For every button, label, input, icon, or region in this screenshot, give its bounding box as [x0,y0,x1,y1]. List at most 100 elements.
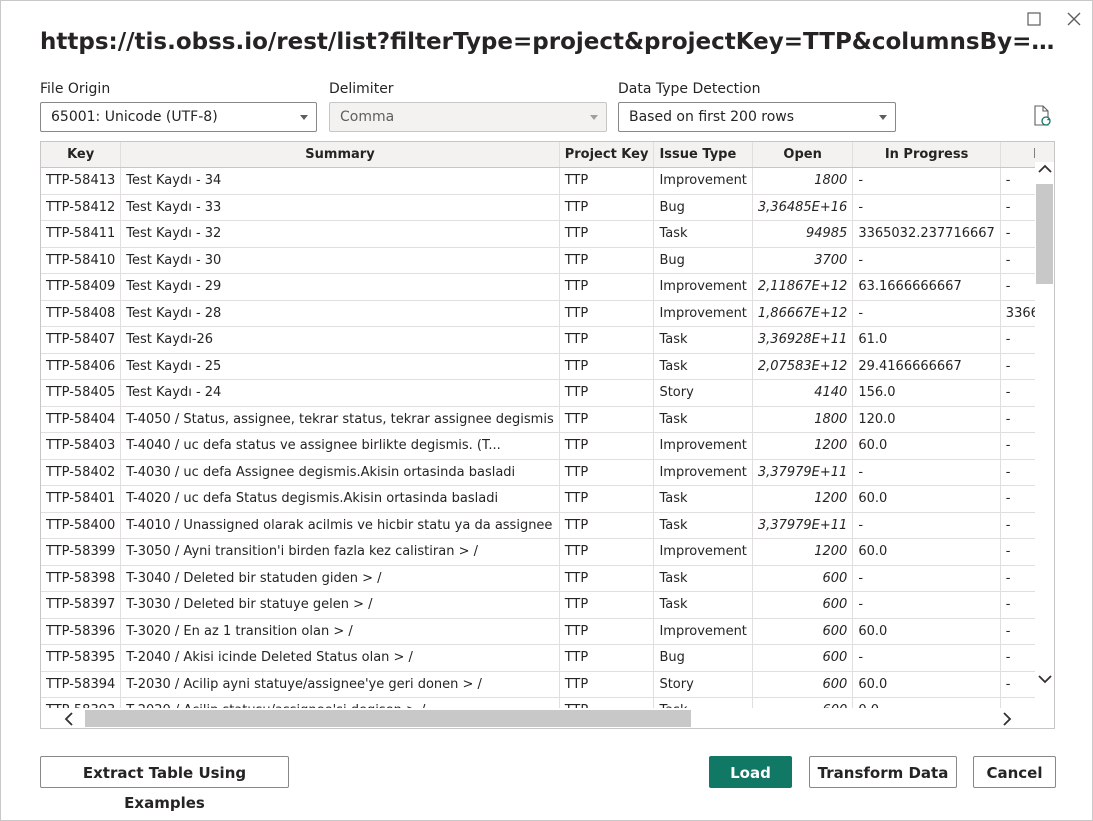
column-header[interactable]: Issue Type [653,142,753,168]
table-cell: TTP-58399 [41,538,122,566]
table-row: TTP-58393T-2020 / Acilip statusu/assigne… [41,697,1035,708]
horizontal-scroll-thumb[interactable] [85,710,691,727]
close-button[interactable] [1060,7,1088,31]
cancel-button[interactable]: Cancel [973,756,1056,788]
table-row: TTP-58397 T-3030 / Deleted bir statuye ge… [41,591,1035,619]
table-cell: - [1000,273,1035,301]
table-cell: 600 [752,565,854,592]
table-row: TTP-58411 Test Kaydı - 32 TTP Task 94985 3365… [41,220,1035,248]
table-cell: TTP-58400 [41,512,122,539]
table-cell: Test Kaydı - 30 [120,247,560,274]
vertical-scroll-thumb[interactable] [1036,184,1053,284]
table-cell: TTP-58398 [41,565,122,592]
table-row: TTP-58409 Test Kaydı - 29 TTP Improvement 2,… [41,273,1035,301]
table-cell: Task [653,353,753,380]
file-origin-select[interactable]: 65001: Unicode (UTF-8) [40,102,317,132]
table-row: TTP-58404 T-4050 / Status, assignee, tekr… [41,406,1035,433]
transform-data-button[interactable]: Transform Data [809,756,957,788]
table-cell: 3,36485E+16 [752,194,854,221]
table-cell: TTP-58394 [41,671,122,698]
table-cell: Improvement [653,432,753,460]
table-cell: TTP-58407 [41,326,122,354]
table-cell: 3,36928E+11 [752,326,854,354]
table-cell: T-4010 / Unassigned olarak acilmis ve hi… [120,512,560,539]
table-cell: - [852,591,1001,619]
table-cell: 3,37979E+11 [752,459,854,486]
table-cell: - [1000,247,1035,274]
table-cell: - [852,459,1001,486]
table-cell: Bug [653,194,753,221]
table-cell: 600 [752,697,854,708]
table-cell: TTP [559,459,655,486]
table-row: TTP-58410 Test Kaydı - 30 TTP Bug 3700- - [41,247,1035,274]
delimiter-select[interactable]: Comma [329,102,607,132]
table-cell: 600 [752,618,854,645]
table-row: TTP-58398 T-3040 / Deleted bir statuden g… [41,565,1035,592]
table-cell: Test Kaydı - 32 [120,220,560,248]
preview-table: Key Summary Project Key Issue Type Open In Pr… [40,141,1055,729]
table-cell: 2,07583E+12 [752,353,854,380]
column-header[interactable]: Key [41,142,122,168]
table-row: TTP-58408 Test Kaydı - 28 TTP Improvement 1,… [41,300,1035,327]
table-cell: TTP-58404 [41,406,122,433]
column-header[interactable]: Open [752,142,854,168]
table-cell: 63.1666666667 [852,273,1001,301]
table-cell: - [1000,485,1035,513]
table-cell: T-4020 / uc defa Status degismis.Akisin … [120,485,560,513]
table-cell: - [1000,697,1035,708]
table-row: TTP-58396 T-3020 / En az 1 transition ola… [41,618,1035,645]
data-type-detection-select[interactable]: Based on first 200 rows [618,102,896,132]
horizontal-scrollbar[interactable] [41,708,1035,728]
table-cell: TTP-58393 [41,697,122,708]
table-cell: T-3030 / Deleted bir statuye gelen > / [120,591,560,619]
scroll-down-button[interactable] [1037,672,1053,686]
table-cell: Story [653,671,753,698]
table-viewport: Key Summary Project Key Issue Type Open In Pr… [41,142,1035,708]
vertical-scrollbar[interactable] [1035,162,1054,708]
table-cell: - [1000,432,1035,460]
table-cell: 61.0 [852,326,1001,354]
data-table: Key Summary Project Key Issue Type Open In Pr… [41,142,1035,708]
table-row: TTP-58401 T-4020 / uc defa Status degismi… [41,485,1035,513]
table-cell: 3,37979E+11 [752,512,854,539]
load-button[interactable]: Load [709,756,792,788]
extract-table-button[interactable]: Extract Table Using Examples [40,756,289,812]
table-cell: - [1000,459,1035,486]
table-row: TTP-58394 T-2030 / Acilip ayni statuye/as… [41,671,1035,698]
load-dialog: https://tis.obss.io/rest/list?filterType… [0,0,1093,821]
table-cell: TTP [559,273,655,301]
table-cell: Improvement [653,618,753,645]
table-cell: Task [653,220,753,248]
table-cell: - [1000,512,1035,539]
scroll-left-button[interactable] [61,711,77,727]
maximize-button[interactable] [1020,7,1048,31]
table-cell: 4140 [752,379,854,407]
close-icon [1067,12,1081,26]
scroll-up-button[interactable] [1037,162,1053,176]
table-cell: - [1000,538,1035,566]
table-cell: - [1000,565,1035,592]
table-cell: 60.0 [852,671,1001,698]
table-cell: Task [653,485,753,513]
table-cell: - [1000,326,1035,354]
table-cell: - [1000,644,1035,672]
table-cell: 3365032.237716667 [852,220,1001,248]
table-cell: 0.0 [852,697,1001,708]
column-header[interactable]: Project Key [559,142,655,168]
table-header-row: Key Summary Project Key Issue Type Open In Pr… [41,142,1035,168]
column-header[interactable]: Summary [120,142,560,168]
chevron-down-icon [590,115,598,120]
scroll-right-button[interactable] [999,711,1015,727]
table-cell: - [1000,167,1035,195]
chevron-down-icon [1038,675,1052,684]
column-header[interactable]: Reopened [1000,142,1035,168]
table-cell: Task [653,591,753,619]
column-header[interactable]: In Progress [852,142,1001,168]
table-row: TTP-58395 T-2040 / Akisi icinde Deleted S… [41,644,1035,672]
table-cell: TTP [559,406,655,433]
table-row: TTP-58400 T-4010 / Unassigned olarak acil… [41,512,1035,539]
table-cell: 3366372.48771666 [1000,300,1035,327]
table-cell: 94985 [752,220,854,248]
refresh-button[interactable] [1032,105,1052,127]
table-cell: TTP [559,300,655,327]
